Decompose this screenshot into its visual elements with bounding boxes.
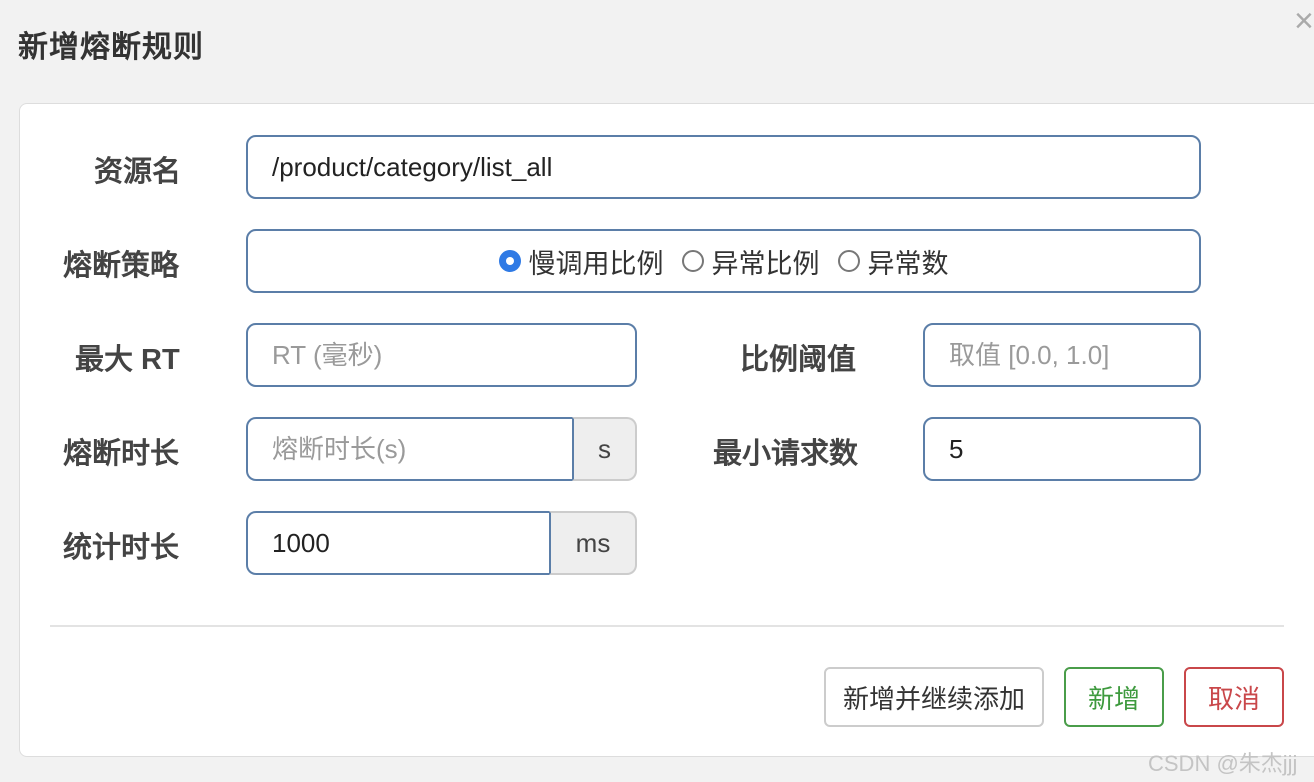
max-rt-label: 最大 RT [75, 344, 180, 376]
break-duration-field[interactable] [246, 417, 572, 481]
watermark: CSDN @朱杰jjj [1148, 751, 1298, 776]
radio-label: 慢调用比例 [528, 248, 664, 279]
stat-duration-input[interactable] [272, 527, 549, 559]
stat-duration-field[interactable] [246, 511, 549, 575]
resource-label: 资源名 [94, 156, 182, 188]
stat-duration-group: ms [246, 511, 637, 575]
ratio-threshold-label: 比例阈值 [740, 344, 857, 376]
min-requests-label: 最小请求数 [713, 438, 859, 470]
close-icon[interactable]: × [1294, 4, 1314, 38]
footer-divider [50, 625, 1284, 627]
radio-slow-call-ratio[interactable]: 慢调用比例 [498, 242, 664, 281]
min-requests-field[interactable] [923, 417, 1201, 481]
stat-duration-label: 统计时长 [63, 532, 180, 564]
ratio-threshold-field[interactable] [923, 323, 1201, 387]
max-rt-input[interactable] [272, 339, 635, 371]
cancel-button[interactable]: 取消 [1184, 667, 1284, 727]
radio-exception-ratio[interactable]: 异常比例 [681, 242, 820, 281]
add-continue-button[interactable]: 新增并继续添加 [824, 667, 1044, 727]
radio-unchecked-icon[interactable] [681, 250, 704, 272]
break-duration-label: 熔断时长 [63, 438, 180, 470]
break-duration-group: s [246, 417, 637, 481]
radio-label: 异常数 [867, 248, 949, 279]
strategy-radio-group: 慢调用比例 异常比例 异常数 [246, 229, 1201, 293]
radio-checked-icon[interactable] [498, 250, 521, 272]
add-button[interactable]: 新增 [1064, 667, 1164, 727]
radio-unchecked-icon[interactable] [837, 250, 860, 272]
radio-exception-count[interactable]: 异常数 [837, 242, 949, 281]
ratio-threshold-input[interactable] [949, 339, 1199, 371]
dialog-title: 新增熔断规则 [18, 31, 204, 64]
resource-input[interactable] [272, 151, 1199, 183]
strategy-label: 熔断策略 [63, 250, 180, 282]
break-duration-input[interactable] [272, 433, 572, 465]
max-rt-field[interactable] [246, 323, 637, 387]
stat-duration-unit: ms [549, 511, 637, 575]
resource-field[interactable] [246, 135, 1201, 199]
min-requests-input[interactable] [949, 433, 1199, 465]
radio-label: 异常比例 [711, 248, 820, 279]
break-duration-unit: s [572, 417, 637, 481]
